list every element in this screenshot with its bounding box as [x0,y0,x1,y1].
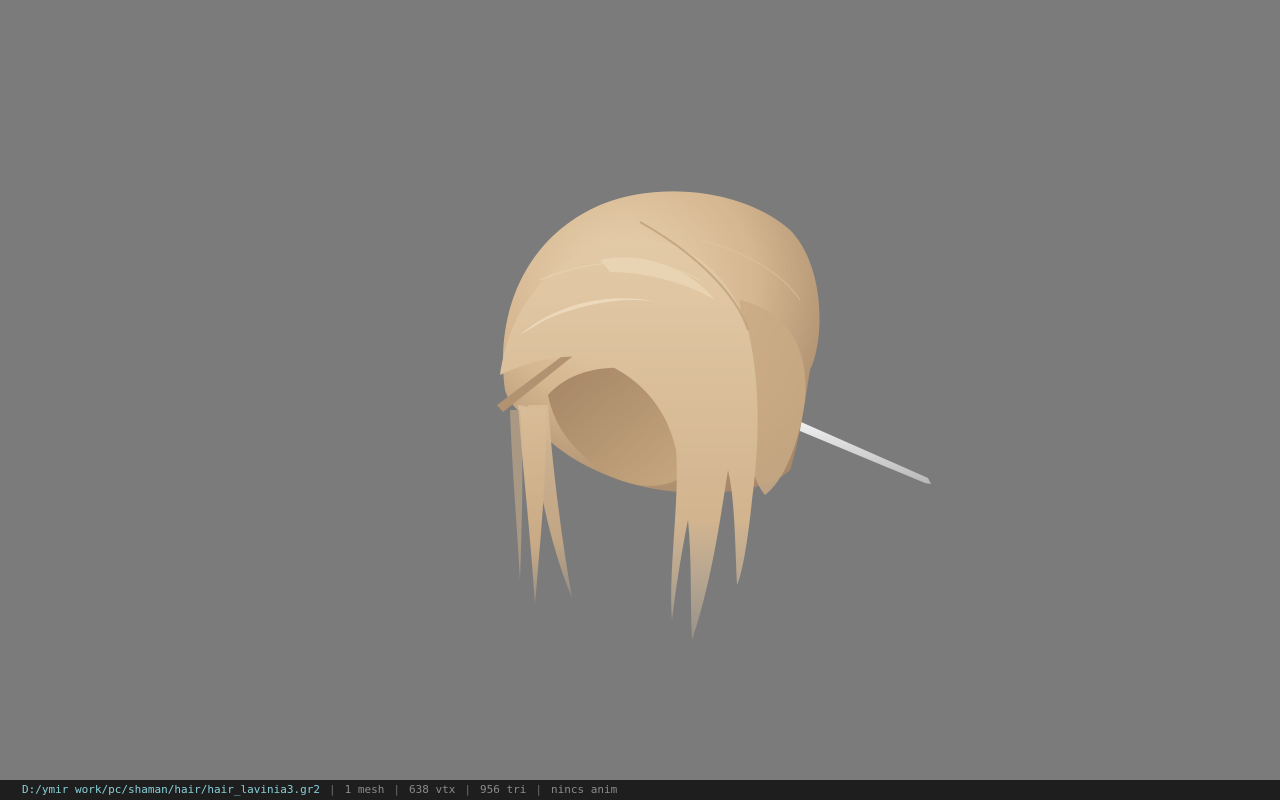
separator: | [393,783,401,796]
file-path-text: D:/ymir work/pc/shaman/hair/hair_lavinia… [22,783,321,796]
mesh-count-text: 1 mesh [344,783,385,796]
vertex-count-text: 638 vtx [409,783,456,796]
status-bar: D:/ymir work/pc/shaman/hair/hair_lavinia… [0,780,1280,800]
separator: | [464,783,471,796]
triangle-count-text: 956 tri [480,783,527,796]
hair-model [497,191,931,640]
animation-status-text: nincs anim [550,783,618,796]
3d-viewport[interactable] [0,0,1280,780]
separator: | [329,783,336,796]
separator: | [535,783,542,796]
hair-stick [788,418,931,484]
